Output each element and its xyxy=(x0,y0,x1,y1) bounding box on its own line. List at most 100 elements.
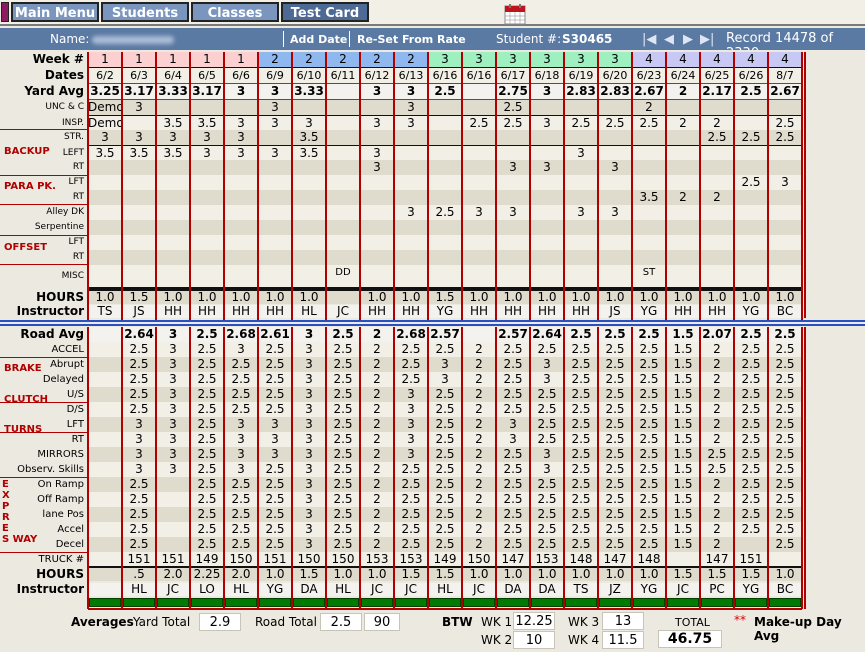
yard-score-cell[interactable] xyxy=(258,175,292,190)
yard-score-cell[interactable]: 3 xyxy=(224,146,258,161)
road-score-cell[interactable]: 3 xyxy=(292,357,326,372)
yard-score-cell[interactable] xyxy=(734,160,768,175)
road-score-cell[interactable]: 2.5 xyxy=(564,522,598,537)
road-score-cell[interactable]: 148 xyxy=(564,552,598,567)
road-hours-cell[interactable]: 2.0 xyxy=(156,568,190,581)
yard-score-cell[interactable]: 3 xyxy=(394,205,428,220)
instructor-cell[interactable]: TS xyxy=(88,305,122,318)
road-score-cell[interactable]: 2.5 xyxy=(496,387,530,402)
road-score-cell[interactable] xyxy=(88,537,122,552)
road-score-cell[interactable]: 2.5 xyxy=(734,462,768,477)
road-score-cell[interactable] xyxy=(768,552,802,567)
road-score-cell[interactable]: 2.5 xyxy=(122,372,156,387)
road-instructor-cell[interactable]: JZ xyxy=(598,583,632,596)
road-score-cell[interactable]: 2.5 xyxy=(394,507,428,522)
road-score-cell[interactable]: 2 xyxy=(360,342,394,357)
road-score-cell[interactable]: 2.5 xyxy=(564,492,598,507)
yard-score-cell[interactable]: 3 xyxy=(88,130,122,145)
yard-score-cell[interactable] xyxy=(360,250,394,265)
road-instructor-cell[interactable]: HL xyxy=(326,583,360,596)
road-score-cell[interactable]: 3 xyxy=(224,432,258,447)
yard-score-cell[interactable] xyxy=(700,250,734,265)
road-score-cell[interactable]: 150 xyxy=(326,552,360,567)
yard-score-cell[interactable]: 3 xyxy=(360,160,394,175)
road-instructor-cell[interactable]: DA xyxy=(496,583,530,596)
yard-score-cell[interactable] xyxy=(190,250,224,265)
road-score-cell[interactable]: 2.5 xyxy=(224,492,258,507)
tab-test-card[interactable]: Test Card xyxy=(281,2,369,22)
road-score-cell[interactable]: 2 xyxy=(700,432,734,447)
yard-score-cell[interactable] xyxy=(564,250,598,265)
instructor-cell[interactable]: BC xyxy=(768,305,802,318)
road-score-cell[interactable]: 2.5 xyxy=(768,357,802,372)
yard-score-cell[interactable] xyxy=(156,190,190,205)
road-score-cell[interactable]: 2 xyxy=(462,477,496,492)
road-score-cell[interactable]: 2.5 xyxy=(122,477,156,492)
road-score-cell[interactable]: 2.5 xyxy=(496,372,530,387)
road-score-cell[interactable]: 2 xyxy=(700,372,734,387)
road-score-cell[interactable]: 2.5 xyxy=(190,372,224,387)
yard-score-cell[interactable]: 3 xyxy=(394,100,428,115)
yard-score-cell[interactable] xyxy=(700,205,734,220)
yard-score-cell[interactable] xyxy=(428,116,462,131)
yard-score-cell[interactable] xyxy=(734,100,768,115)
yard-score-cell[interactable] xyxy=(768,190,802,205)
yard-score-cell[interactable] xyxy=(632,146,666,161)
yard-score-cell[interactable] xyxy=(462,250,496,265)
road-instructor-cell[interactable]: YG xyxy=(258,583,292,596)
road-score-cell[interactable]: 2.5 xyxy=(564,387,598,402)
yard-score-cell[interactable] xyxy=(88,250,122,265)
road-score-cell[interactable]: 2.5 xyxy=(530,342,564,357)
instructor-cell[interactable]: HH xyxy=(530,305,564,318)
road-score-cell[interactable] xyxy=(88,417,122,432)
yard-score-cell[interactable] xyxy=(700,160,734,175)
calendar-icon[interactable] xyxy=(504,3,526,25)
yard-score-cell[interactable] xyxy=(122,265,156,280)
road-score-cell[interactable] xyxy=(666,552,700,567)
road-score-cell[interactable]: 2.5 xyxy=(734,417,768,432)
yard-score-cell[interactable] xyxy=(292,205,326,220)
road-score-cell[interactable]: 3 xyxy=(156,462,190,477)
road-score-cell[interactable]: 3 xyxy=(292,477,326,492)
road-score-cell[interactable] xyxy=(88,342,122,357)
yard-score-cell[interactable] xyxy=(326,116,360,131)
road-score-cell[interactable]: 2 xyxy=(462,402,496,417)
road-score-cell[interactable]: 2.5 xyxy=(394,522,428,537)
road-score-cell[interactable]: 2.5 xyxy=(632,372,666,387)
road-score-cell[interactable]: 3 xyxy=(394,447,428,462)
yard-score-cell[interactable] xyxy=(258,160,292,175)
yard-score-cell[interactable] xyxy=(564,235,598,250)
road-instructor-cell[interactable]: JC xyxy=(666,583,700,596)
instructor-cell[interactable]: HH xyxy=(394,305,428,318)
yard-score-cell[interactable]: 2.5 xyxy=(768,130,802,145)
yard-score-cell[interactable] xyxy=(156,235,190,250)
yard-score-cell[interactable]: 3 xyxy=(598,205,632,220)
road-score-cell[interactable]: 3 xyxy=(428,357,462,372)
yard-score-cell[interactable]: 2.5 xyxy=(496,116,530,131)
road-score-cell[interactable]: 2.5 xyxy=(564,477,598,492)
yard-score-cell[interactable]: 3 xyxy=(122,130,156,145)
yard-score-cell[interactable]: 2.5 xyxy=(734,175,768,190)
yard-score-cell[interactable] xyxy=(462,100,496,115)
road-score-cell[interactable]: 3 xyxy=(224,342,258,357)
road-score-cell[interactable]: 2.5 xyxy=(428,447,462,462)
road-score-cell[interactable]: 2.5 xyxy=(598,522,632,537)
road-score-cell[interactable]: 2 xyxy=(462,372,496,387)
yard-score-cell[interactable] xyxy=(700,146,734,161)
yard-score-cell[interactable] xyxy=(598,250,632,265)
road-score-cell[interactable] xyxy=(88,552,122,567)
yard-score-cell[interactable] xyxy=(530,146,564,161)
road-score-cell[interactable]: 2.5 xyxy=(190,522,224,537)
yard-score-cell[interactable] xyxy=(326,130,360,145)
yard-score-cell[interactable]: 3.5 xyxy=(292,146,326,161)
road-score-cell[interactable]: 2.5 xyxy=(496,402,530,417)
road-instructor-cell[interactable]: HL xyxy=(428,583,462,596)
yard-score-cell[interactable] xyxy=(598,175,632,190)
road-hours-cell[interactable]: 1.5 xyxy=(666,568,700,581)
road-score-cell[interactable]: 2.5 xyxy=(224,372,258,387)
hours-cell[interactable]: 1.0 xyxy=(360,291,394,304)
road-hours-cell[interactable]: 1.5 xyxy=(700,568,734,581)
road-score-cell[interactable]: 2.5 xyxy=(496,447,530,462)
road-score-cell[interactable]: 2.5 xyxy=(768,417,802,432)
yard-score-cell[interactable] xyxy=(666,235,700,250)
